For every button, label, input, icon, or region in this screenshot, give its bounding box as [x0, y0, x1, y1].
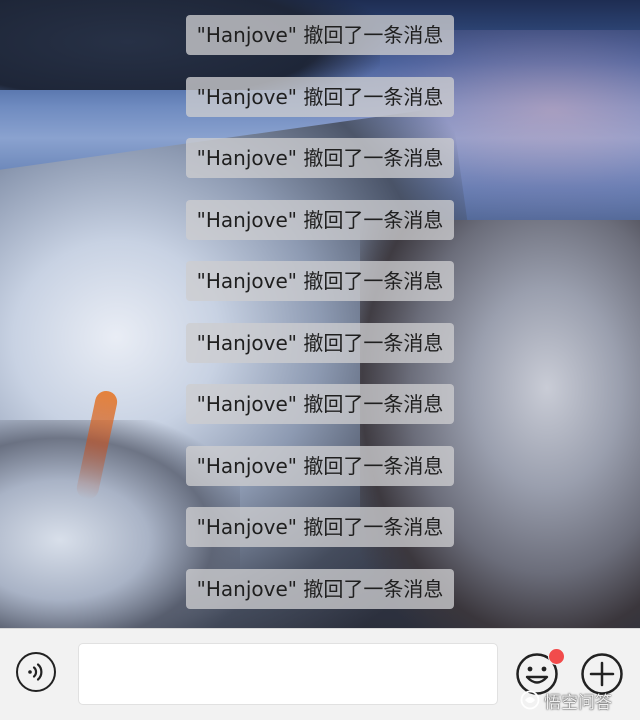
recall-notice: "Hanjove" 撤回了一条消息 — [186, 507, 454, 547]
watermark-text: 悟空问答 — [544, 692, 612, 713]
recall-notice: "Hanjove" 撤回了一条消息 — [186, 569, 454, 609]
voice-button[interactable] — [16, 652, 56, 692]
watermark: 悟空问答 — [520, 688, 612, 713]
recall-notice: "Hanjove" 撤回了一条消息 — [186, 138, 454, 178]
recall-notice-list: "Hanjove" 撤回了一条消息 "Hanjove" 撤回了一条消息 "Han… — [0, 0, 640, 628]
recall-notice: "Hanjove" 撤回了一条消息 — [186, 384, 454, 424]
recall-notice: "Hanjove" 撤回了一条消息 — [186, 77, 454, 117]
recall-notice: "Hanjove" 撤回了一条消息 — [186, 323, 454, 363]
message-input[interactable] — [78, 643, 498, 705]
emoji-notification-badge — [548, 648, 565, 665]
watermark-logo-icon — [520, 690, 540, 710]
recall-notice: "Hanjove" 撤回了一条消息 — [186, 200, 454, 240]
recall-notice: "Hanjove" 撤回了一条消息 — [186, 261, 454, 301]
recall-notice: "Hanjove" 撤回了一条消息 — [186, 446, 454, 486]
recall-notice: "Hanjove" 撤回了一条消息 — [186, 15, 454, 55]
voice-icon — [28, 663, 43, 681]
